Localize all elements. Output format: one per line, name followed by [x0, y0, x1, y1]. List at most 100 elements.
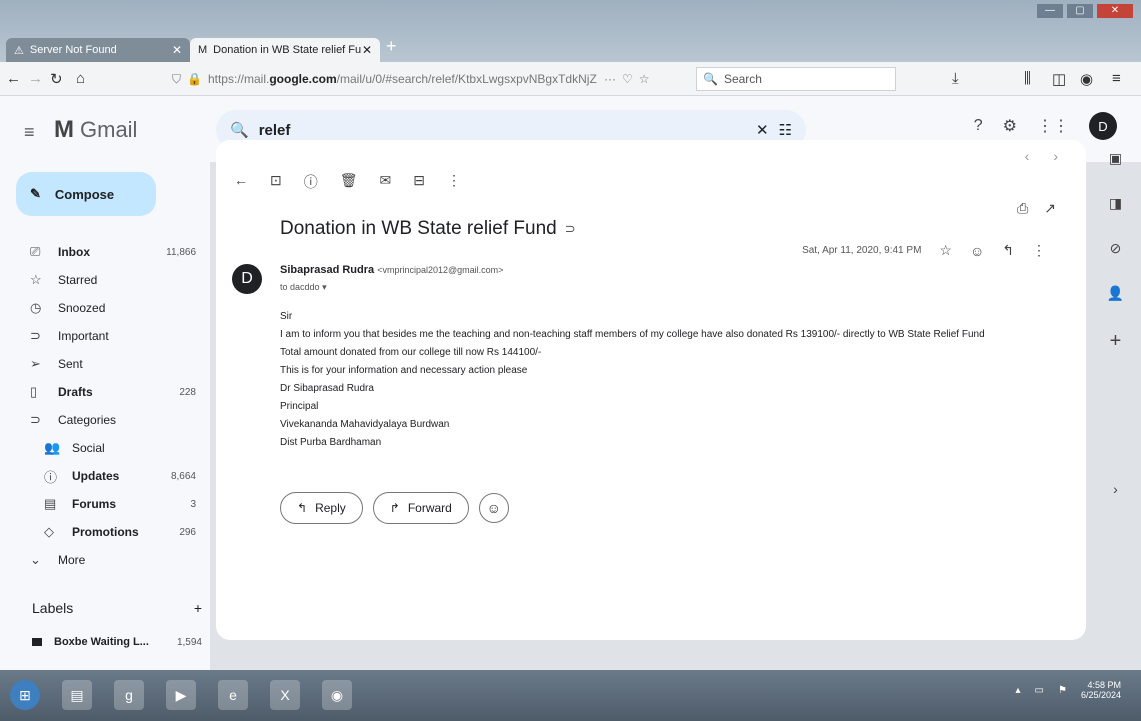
- label-item-boxbe[interactable]: Boxbe Waiting L... 1,594: [32, 636, 202, 648]
- recipient-dropdown[interactable]: to dacddo ▾: [280, 282, 327, 293]
- account-icon[interactable]: ◉: [1080, 70, 1093, 88]
- media-player-icon[interactable]: ▶: [166, 680, 196, 710]
- search-query[interactable]: relef: [259, 122, 746, 139]
- delete-icon[interactable]: 🗑: [340, 172, 358, 192]
- tab-server-not-found[interactable]: ⚠ Server Not Found ✕: [6, 38, 190, 62]
- print-icon[interactable]: ⎙: [1017, 200, 1028, 217]
- reply-button[interactable]: ↰ Reply: [280, 492, 363, 524]
- contacts-icon[interactable]: 👤: [1107, 285, 1124, 302]
- back-arrow-icon[interactable]: ←: [234, 172, 248, 192]
- open-new-window-icon[interactable]: ↗: [1044, 200, 1056, 217]
- back-arrow-icon[interactable]: ←: [6, 70, 21, 87]
- sidebar-item-sent[interactable]: ➢ Sent: [0, 350, 210, 378]
- account-avatar[interactable]: D: [1089, 112, 1117, 140]
- search-icon: 🔍: [703, 72, 718, 86]
- home-icon[interactable]: ⌂: [76, 70, 85, 87]
- browser-tab-strip: ⚠ Server Not Found ✕ M Donation in WB St…: [0, 0, 1141, 62]
- important-marker-icon[interactable]: ⊃: [565, 221, 576, 237]
- more-icon[interactable]: ···: [604, 72, 616, 86]
- network-icon[interactable]: ▭: [1035, 685, 1044, 696]
- browser-nav-bar: ← → ↻ ⌂ ⛉ 🔒 https://mail.google.com/mail…: [0, 62, 1141, 96]
- forward-button[interactable]: ↱ Forward: [372, 492, 469, 524]
- file-explorer-icon[interactable]: ▤: [62, 680, 92, 710]
- lock-icon: 🔒: [187, 72, 202, 86]
- tray-arrow-icon[interactable]: ▴: [1016, 685, 1021, 696]
- sidebar-item-snoozed[interactable]: ◷ Snoozed: [0, 294, 210, 322]
- forward-arrow-icon[interactable]: →: [28, 70, 43, 87]
- app-g-icon[interactable]: g: [114, 680, 144, 710]
- help-icon[interactable]: ?: [974, 117, 983, 135]
- library-icon[interactable]: ⫼: [1024, 70, 1031, 87]
- sender-name: Sibaprasad Rudra: [280, 264, 375, 276]
- sidebar-item-categories[interactable]: ⊃ Categories: [0, 406, 210, 434]
- prev-email-icon[interactable]: ‹: [1025, 148, 1030, 164]
- reply-icon[interactable]: ↰: [1002, 242, 1014, 259]
- gmail-logo[interactable]: M Gmail: [54, 116, 137, 144]
- hamburger-menu-icon[interactable]: ≡: [24, 122, 35, 143]
- sidebar-item-starred[interactable]: ☆ Starred: [0, 266, 210, 294]
- email-subject: Donation in WB State relief Fund ⊃: [280, 218, 576, 240]
- bookmark-star-icon[interactable]: ☆: [639, 72, 650, 86]
- sidebar-item-drafts[interactable]: ▯ Drafts 228: [0, 378, 210, 406]
- mark-unread-icon[interactable]: ✉: [380, 172, 392, 192]
- close-window-button[interactable]: ✕: [1097, 4, 1133, 18]
- browser-search-input[interactable]: 🔍 Search: [696, 67, 896, 91]
- search-options-icon[interactable]: ☷: [779, 121, 792, 139]
- recipient-text: to dacddo: [280, 282, 320, 292]
- firefox-icon[interactable]: ◉: [322, 680, 352, 710]
- archive-icon[interactable]: ⊡: [270, 172, 282, 192]
- sidebar-item-forums[interactable]: ▤ Forums 3: [0, 490, 210, 518]
- draft-icon: ▯: [30, 384, 38, 399]
- pocket-icon[interactable]: ♡: [622, 72, 633, 86]
- search-icon[interactable]: 🔍: [230, 121, 249, 139]
- next-email-icon[interactable]: ›: [1053, 148, 1058, 164]
- shield-icon: ⛉: [172, 71, 182, 86]
- sidebar-item-social[interactable]: 👥 Social: [0, 434, 210, 462]
- chevron-right-icon[interactable]: ›: [1113, 481, 1118, 497]
- clock-date: 6/25/2024: [1080, 690, 1121, 700]
- minimize-button[interactable]: —: [1037, 4, 1063, 18]
- sidebar-item-inbox[interactable]: ⎚ Inbox 11,866: [0, 238, 210, 266]
- calendar-icon[interactable]: ▣: [1109, 150, 1122, 167]
- sidebar-toggle-icon[interactable]: ◫: [1052, 70, 1066, 88]
- sidebar-item-important[interactable]: ⊃ Important: [0, 322, 210, 350]
- compose-button[interactable]: ✎ Compose: [16, 172, 156, 216]
- url-bar[interactable]: ⛉ 🔒 https://mail.google.com/mail/u/0/#se…: [166, 67, 691, 91]
- sidebar-item-updates[interactable]: ⓘ Updates 8,664: [0, 462, 210, 490]
- maximize-button[interactable]: ▢: [1067, 4, 1093, 18]
- browser-e-icon[interactable]: e: [218, 680, 248, 710]
- move-to-icon[interactable]: ⊟: [413, 172, 425, 192]
- clear-search-icon[interactable]: ✕: [756, 121, 769, 139]
- reload-icon[interactable]: ↻: [50, 70, 63, 88]
- star-icon[interactable]: ☆: [939, 242, 952, 259]
- emoji-reaction-icon[interactable]: ☺: [970, 243, 984, 259]
- menu-icon[interactable]: ≡: [1112, 70, 1121, 87]
- flag-icon[interactable]: ⚑: [1058, 685, 1067, 696]
- report-spam-icon[interactable]: ⓘ: [304, 172, 318, 192]
- body-line: Dr Sibaprasad Rudra: [280, 383, 374, 394]
- add-addon-icon[interactable]: +: [1110, 330, 1122, 353]
- tasks-icon[interactable]: ⊘: [1110, 240, 1122, 257]
- pencil-icon: ✎: [30, 186, 41, 201]
- excel-icon[interactable]: X: [270, 680, 300, 710]
- start-button-icon[interactable]: ⊞: [10, 680, 40, 710]
- apps-grid-icon[interactable]: ⋮⋮: [1037, 116, 1069, 136]
- tab-donation[interactable]: M Donation in WB State relief Fu ✕: [190, 38, 380, 62]
- more-vert-icon[interactable]: ⋮: [1032, 242, 1046, 259]
- clock[interactable]: 4:58 PM 6/25/2024: [1081, 680, 1121, 700]
- close-icon[interactable]: ✕: [362, 43, 372, 57]
- sidebar-item-promotions[interactable]: ◇ Promotions 296: [0, 518, 210, 546]
- close-icon[interactable]: ✕: [172, 43, 182, 57]
- header-actions: ? ⚙ ⋮⋮ D: [974, 112, 1117, 140]
- body-line: Sir: [280, 311, 293, 322]
- keep-icon[interactable]: ◨: [1109, 195, 1122, 212]
- new-tab-button[interactable]: +: [386, 36, 397, 57]
- download-icon[interactable]: ⤓: [952, 70, 959, 87]
- add-label-button[interactable]: +: [194, 600, 202, 616]
- more-options-icon[interactable]: ⋮: [447, 172, 461, 192]
- settings-gear-icon[interactable]: ⚙: [1003, 116, 1017, 136]
- label-name: Boxbe Waiting L...: [54, 636, 149, 648]
- sidebar-item-more[interactable]: ⌄ More: [0, 546, 210, 574]
- people-icon: 👥: [44, 440, 61, 455]
- emoji-react-button[interactable]: ☺: [478, 493, 509, 523]
